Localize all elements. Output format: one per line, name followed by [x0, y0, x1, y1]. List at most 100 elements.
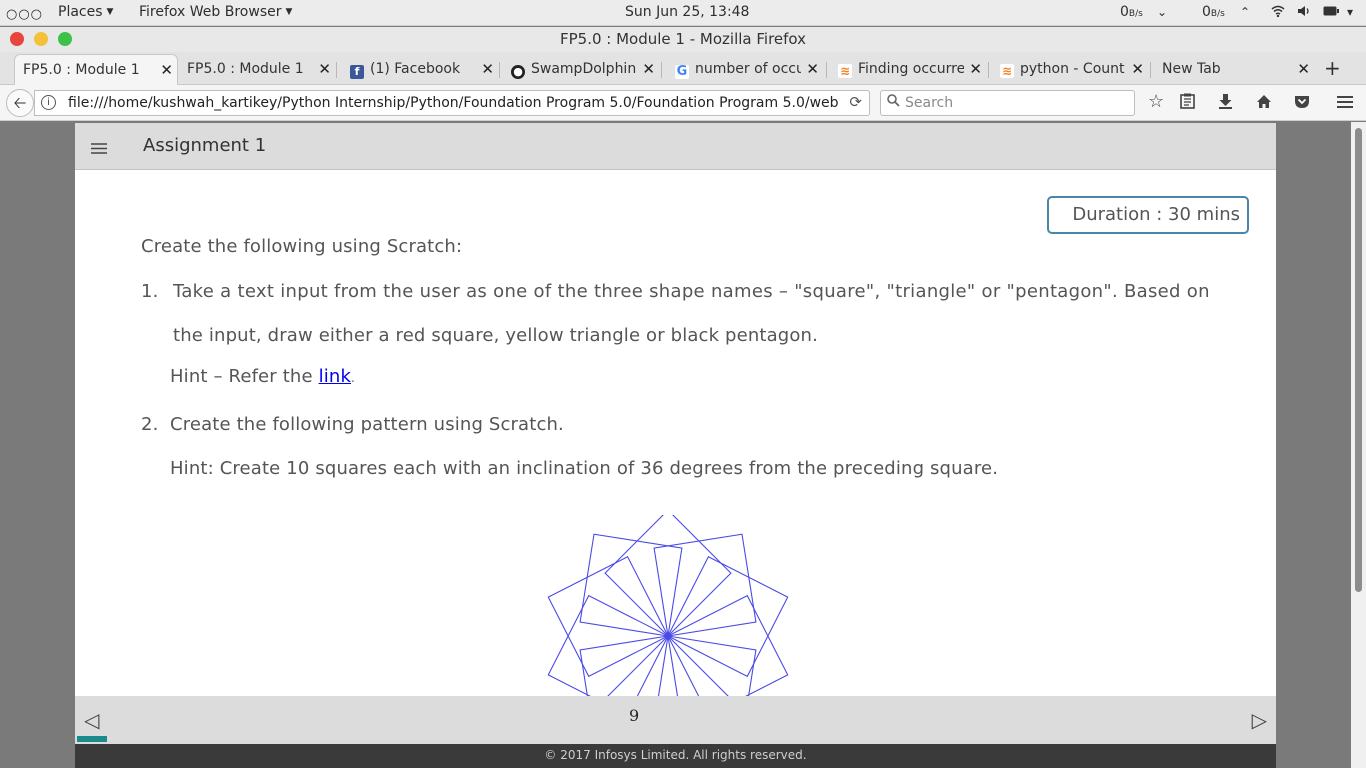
net-up-value: 0 [1202, 4, 1211, 20]
stackoverflow-icon: ≋ [838, 64, 852, 78]
slide-header: Assignment 1 [75, 123, 1276, 170]
scrollbar-thumb[interactable] [1355, 128, 1362, 592]
volume-icon[interactable] [1297, 5, 1310, 20]
tab-label: FP5.0 : Module 1 [187, 61, 304, 77]
system-top-bar: ○○○ Places ▼ Firefox Web Browser ▼ Sun Jun… [0, 0, 1366, 26]
search-input[interactable]: Search [880, 90, 1135, 116]
close-icon[interactable]: ✕ [481, 60, 494, 78]
tab-label: Finding occurren [858, 61, 964, 77]
pocket-icon[interactable] [1294, 93, 1310, 114]
net-down-speed: 0B/s [1120, 4, 1143, 20]
prev-slide-button[interactable]: ◁ [84, 708, 99, 732]
tab-divider [1150, 62, 1151, 78]
wifi-icon[interactable] [1271, 5, 1285, 20]
copyright-footer: © 2017 Infosys Limited. All rights reser… [75, 744, 1276, 768]
tab-label: SwampDolphin9 [531, 61, 637, 77]
pattern-square [653, 533, 757, 637]
tab-label: number of occur [695, 61, 801, 77]
item1-line2: the input, draw either a red square, yel… [173, 325, 818, 346]
item2-text: Create the following pattern using Scrat… [170, 414, 564, 435]
tab-stackoverflow-1[interactable]: ≋ Finding occurren ✕ [830, 54, 986, 85]
app-menu[interactable]: Firefox Web Browser ▼ [139, 4, 292, 20]
stackoverflow-icon: ≋ [1000, 64, 1014, 78]
new-tab-button[interactable]: + [1324, 56, 1341, 80]
arrow-left-icon: 🡠 [13, 93, 27, 112]
next-slide-button[interactable]: ▷ [1252, 708, 1267, 732]
app-menu-label: Firefox Web Browser [139, 4, 282, 20]
tab-divider [499, 62, 500, 78]
reload-icon[interactable]: ⟳ [849, 93, 862, 111]
menu-icon[interactable] [90, 136, 108, 160]
navigation-toolbar: 🡠 i file:///home/kushwah_kartikey/Python… [0, 85, 1366, 121]
github-icon: ● [511, 65, 525, 79]
hint2: Hint: Create 10 squares each with an inc… [170, 458, 999, 479]
clock[interactable]: Sun Jun 25, 13:48 [625, 4, 749, 20]
list-item-number: 1. [141, 281, 159, 302]
chevron-down-icon: ▼ [106, 7, 114, 17]
tab-google[interactable]: Gnumber of occur ✕ [667, 54, 823, 85]
tab-new-tab[interactable]: New Tab ✕ [1154, 54, 1314, 85]
pattern-square [607, 635, 729, 696]
net-up-unit: B/s [1210, 9, 1225, 19]
hint1: Hint – Refer the link. [170, 366, 355, 387]
tab-fp5-module-1-active[interactable]: FP5.0 : Module 1 ✕ [14, 54, 178, 85]
hint1-suffix: . [351, 371, 355, 385]
tab-label: New Tab [1162, 61, 1221, 77]
chevron-down-icon: ▼ [285, 7, 293, 17]
tab-strip: FP5.0 : Module 1 ✕ FP5.0 : Module 1 ✕ f (… [0, 52, 1366, 85]
slide-viewer: Assignment 1 Duration : 30 mins Create t… [75, 123, 1276, 768]
places-label: Places [58, 4, 103, 20]
url-text[interactable]: file:///home/kushwah_kartikey/Python Int… [68, 95, 838, 111]
search-placeholder: Search [905, 95, 954, 111]
pattern-square [579, 533, 683, 637]
reading-list-icon[interactable] [1180, 93, 1195, 114]
back-button[interactable]: 🡠 [6, 89, 34, 117]
places-menu[interactable]: Places ▼ [58, 4, 113, 20]
tab-facebook[interactable]: f (1) Facebook ✕ [342, 54, 498, 85]
vertical-scrollbar[interactable] [1351, 122, 1366, 768]
net-down-value: 0 [1120, 4, 1129, 20]
page-number: 9 [629, 706, 640, 725]
search-icon [887, 94, 900, 111]
close-icon[interactable]: ✕ [806, 60, 819, 78]
tab-label: (1) Facebook [370, 61, 461, 77]
tab-github[interactable]: ● SwampDolphin9 ✕ [503, 54, 659, 85]
chevron-down-icon[interactable]: ⌄ [1157, 5, 1167, 19]
facebook-icon: f [350, 65, 364, 79]
window-title: FP5.0 : Module 1 - Mozilla Firefox [559, 30, 807, 48]
tab-divider [661, 62, 662, 78]
close-icon[interactable]: ✕ [160, 61, 173, 79]
hamburger-menu-icon[interactable] [1336, 93, 1354, 114]
close-icon[interactable]: ✕ [1131, 60, 1144, 78]
url-bar[interactable]: i file:///home/kushwah_kartikey/Python I… [34, 90, 870, 116]
list-item-number: 2. [141, 414, 159, 435]
net-down-unit: B/s [1128, 9, 1143, 19]
tab-fp5-module-1[interactable]: FP5.0 : Module 1 ✕ [179, 54, 335, 85]
tab-label: FP5.0 : Module 1 [23, 62, 140, 78]
progress-bar [77, 736, 107, 742]
close-icon[interactable]: ✕ [642, 60, 655, 78]
close-icon[interactable]: ✕ [969, 60, 982, 78]
pattern-square [604, 515, 732, 637]
info-icon[interactable]: i [41, 95, 56, 110]
slide-footer: ◁ 9 ▷ [75, 696, 1276, 744]
page-title: Assignment 1 [143, 135, 267, 156]
tab-divider [336, 62, 337, 78]
battery-icon[interactable] [1323, 5, 1339, 19]
hint1-prefix: Hint – Refer the [170, 366, 319, 387]
chevron-up-icon[interactable]: ⌃ [1240, 5, 1250, 19]
tab-divider [826, 62, 827, 78]
chevron-down-icon[interactable]: ▾ [1347, 5, 1353, 19]
activities-dots[interactable]: ○○○ [6, 7, 43, 22]
home-icon[interactable] [1256, 93, 1272, 114]
pattern-square [667, 555, 789, 678]
close-icon[interactable]: ✕ [318, 60, 331, 78]
hint-link[interactable]: link [319, 366, 351, 387]
bookmark-star-icon[interactable]: ☆ [1148, 91, 1164, 112]
pattern-square [547, 555, 669, 678]
tab-divider [988, 62, 989, 78]
download-icon[interactable] [1218, 93, 1233, 114]
rotated-squares-pattern [547, 515, 789, 696]
close-icon[interactable]: ✕ [1297, 60, 1310, 78]
tab-stackoverflow-2[interactable]: ≋ python - Count o ✕ [992, 54, 1148, 85]
